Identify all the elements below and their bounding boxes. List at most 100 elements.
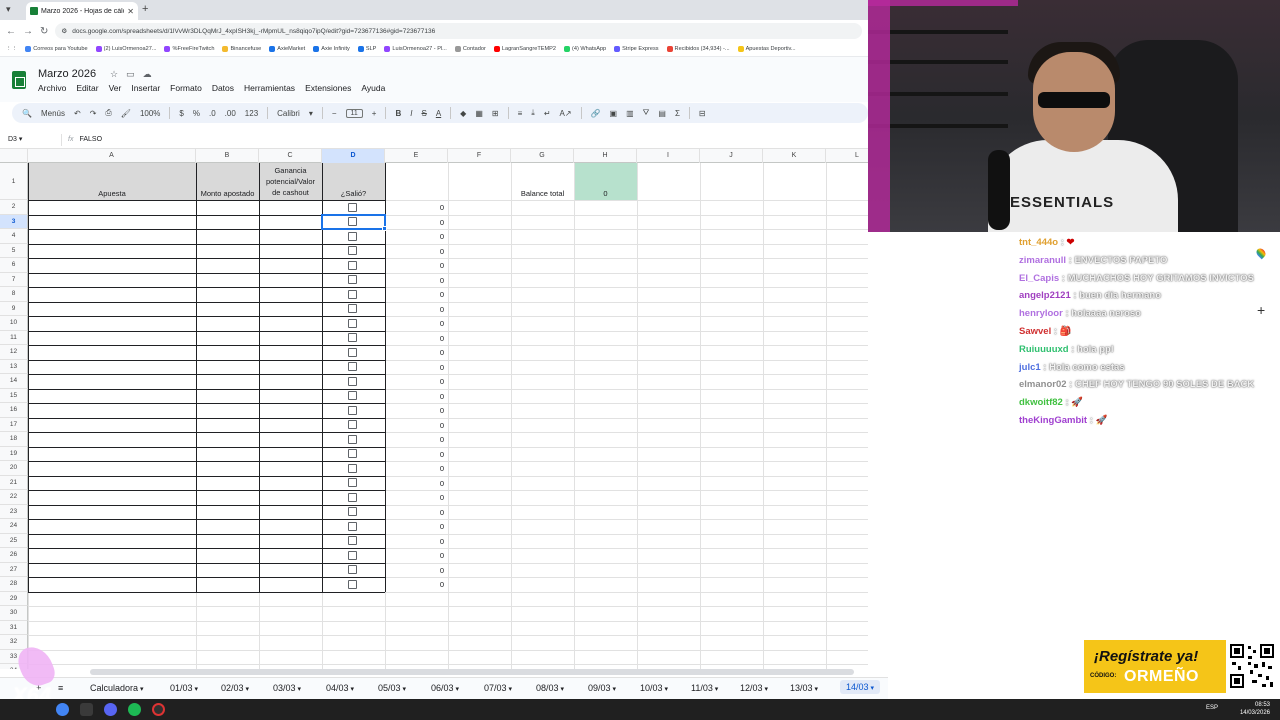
row-header[interactable]: 31 bbox=[0, 620, 28, 635]
salio-checkbox[interactable] bbox=[348, 463, 357, 473]
number-format-button[interactable]: 123 bbox=[245, 109, 258, 118]
sheet-tab[interactable]: 01/03 ▾ bbox=[170, 683, 198, 693]
tab-search-icon[interactable]: ▾ bbox=[6, 4, 11, 15]
row-header[interactable]: 32 bbox=[0, 635, 28, 650]
document-title[interactable]: Marzo 2026 bbox=[38, 68, 96, 80]
strikethrough-icon[interactable]: S bbox=[421, 109, 426, 118]
insert-chart-icon[interactable]: ▥ bbox=[626, 109, 634, 118]
menu-item[interactable]: Datos bbox=[212, 83, 234, 93]
row-header[interactable]: 7 bbox=[0, 272, 28, 287]
chat-username[interactable]: henryloor bbox=[1019, 308, 1063, 319]
salio-checkbox[interactable] bbox=[348, 347, 357, 357]
menus-search-button[interactable]: Menús bbox=[41, 109, 65, 118]
row-header[interactable]: 22 bbox=[0, 490, 28, 505]
row-header[interactable]: 4 bbox=[0, 229, 28, 244]
salio-checkbox[interactable] bbox=[348, 492, 357, 502]
bookmark-item[interactable]: Correos para Youtube bbox=[25, 46, 88, 52]
row-header[interactable]: 18 bbox=[0, 432, 28, 447]
chat-username[interactable]: zimaranull bbox=[1019, 255, 1066, 266]
zoom-select[interactable]: 100% bbox=[140, 109, 160, 118]
menu-item[interactable]: Archivo bbox=[38, 83, 66, 93]
chrome-icon[interactable] bbox=[56, 703, 69, 716]
salio-checkbox[interactable] bbox=[348, 275, 357, 284]
input-tools-icon[interactable]: ⊟ bbox=[699, 109, 706, 118]
star-icon[interactable]: ☆ bbox=[110, 69, 118, 80]
menu-item[interactable]: Formato bbox=[170, 83, 202, 93]
horizontal-scrollbar[interactable] bbox=[90, 669, 854, 675]
bookmark-item[interactable]: (4) WhatsApp bbox=[563, 46, 606, 52]
row-header[interactable]: 27 bbox=[0, 562, 28, 577]
column-header[interactable]: B bbox=[196, 149, 259, 163]
menu-item[interactable]: Editar bbox=[76, 83, 98, 93]
chat-username[interactable]: theKingGambit bbox=[1019, 415, 1087, 426]
row-header[interactable]: 6 bbox=[0, 258, 28, 273]
sheet-tab[interactable]: 06/03 ▾ bbox=[431, 683, 459, 693]
menu-item[interactable]: Extensiones bbox=[305, 83, 351, 93]
browser-tab[interactable]: Marzo 2026 - Hojas de cálculo ✕ bbox=[26, 2, 138, 20]
chevron-down-icon[interactable]: ▾ bbox=[763, 686, 768, 693]
chevron-down-icon[interactable]: ▾ bbox=[138, 686, 144, 693]
chat-username[interactable]: angelp2121 bbox=[1019, 290, 1071, 301]
percent-format-button[interactable]: % bbox=[193, 109, 200, 118]
undo-icon[interactable]: ↶ bbox=[74, 109, 81, 118]
increase-decimal-button[interactable]: .00 bbox=[225, 109, 236, 118]
apps-icon[interactable]: ⋮⋮ bbox=[6, 46, 17, 52]
chat-username[interactable]: Ruiuuuuxd bbox=[1019, 344, 1069, 355]
column-header[interactable]: E bbox=[385, 149, 448, 163]
chevron-down-icon[interactable]: ▾ bbox=[507, 686, 512, 693]
salio-checkbox[interactable] bbox=[348, 391, 357, 400]
salio-checkbox[interactable] bbox=[348, 550, 357, 560]
row-header[interactable]: 1 bbox=[0, 163, 28, 200]
sheet-tab[interactable]: 10/03 ▾ bbox=[640, 683, 668, 693]
column-header[interactable]: D bbox=[322, 149, 385, 163]
borders-icon[interactable]: ▦ bbox=[475, 109, 483, 118]
fill-handle[interactable] bbox=[382, 226, 387, 231]
sheet-tab[interactable]: 12/03 ▾ bbox=[740, 683, 768, 693]
chevron-down-icon[interactable]: ▾ bbox=[813, 686, 818, 693]
column-header[interactable]: I bbox=[637, 149, 700, 163]
chat-username[interactable]: El_Capis bbox=[1019, 273, 1059, 284]
site-info-icon[interactable]: ⚙ bbox=[61, 27, 67, 35]
forward-icon[interactable]: → bbox=[23, 26, 33, 37]
close-tab-icon[interactable]: ✕ bbox=[127, 7, 134, 16]
sheet-tab[interactable]: 08/03 ▾ bbox=[536, 683, 564, 693]
row-header[interactable]: 2 bbox=[0, 200, 28, 215]
salio-checkbox[interactable] bbox=[348, 536, 357, 545]
column-header[interactable]: A bbox=[28, 149, 196, 163]
chevron-down-icon[interactable]: ▾ bbox=[401, 686, 406, 693]
bookmark-item[interactable]: SLP bbox=[357, 46, 376, 52]
chat-username[interactable]: tnt_444o bbox=[1019, 237, 1058, 248]
row-header[interactable]: 28 bbox=[0, 577, 28, 592]
filter-icon[interactable]: ⛛ bbox=[643, 108, 650, 118]
sheet-tab[interactable]: 02/03 ▾ bbox=[221, 683, 249, 693]
sheet-tab[interactable]: 05/03 ▾ bbox=[378, 683, 406, 693]
salio-checkbox[interactable] bbox=[348, 260, 357, 270]
font-size-decrease-icon[interactable]: − bbox=[332, 109, 337, 118]
back-icon[interactable]: ← bbox=[6, 26, 16, 37]
chevron-down-icon[interactable]: ▾ bbox=[869, 685, 874, 692]
row-header[interactable]: 20 bbox=[0, 461, 28, 476]
decrease-decimal-button[interactable]: .0 bbox=[209, 109, 216, 118]
row-header[interactable]: 25 bbox=[0, 533, 28, 548]
chevron-down-icon[interactable]: ▾ bbox=[454, 686, 459, 693]
redo-icon[interactable]: ↷ bbox=[90, 109, 97, 118]
chevron-down-icon[interactable]: ▾ bbox=[244, 686, 249, 693]
chevron-down-icon[interactable]: ▾ bbox=[559, 686, 564, 693]
fill-color-icon[interactable]: ◆ bbox=[460, 109, 466, 118]
bookmark-item[interactable]: Apuestas Deportiv... bbox=[737, 46, 796, 52]
row-header[interactable]: 13 bbox=[0, 359, 28, 374]
paint-format-icon[interactable]: 🖌 bbox=[121, 109, 131, 118]
salio-checkbox[interactable] bbox=[348, 434, 357, 444]
print-icon[interactable]: ⎙ bbox=[105, 108, 111, 118]
menu-item[interactable]: Herramientas bbox=[244, 83, 295, 93]
bookmark-item[interactable]: AxieMarket bbox=[269, 46, 305, 52]
currency-format-button[interactable]: $ bbox=[179, 109, 183, 118]
font-size-input[interactable]: 11 bbox=[345, 108, 363, 118]
row-header[interactable]: 5 bbox=[0, 243, 28, 258]
bold-icon[interactable]: B bbox=[395, 109, 401, 118]
row-header[interactable]: 11 bbox=[0, 330, 28, 345]
spotify-icon[interactable] bbox=[128, 703, 141, 716]
url-input[interactable]: ⚙ docs.google.com/spreadsheets/d/1lVvWr3… bbox=[55, 23, 862, 39]
salio-checkbox[interactable] bbox=[348, 507, 357, 516]
row-header[interactable]: 19 bbox=[0, 446, 28, 461]
